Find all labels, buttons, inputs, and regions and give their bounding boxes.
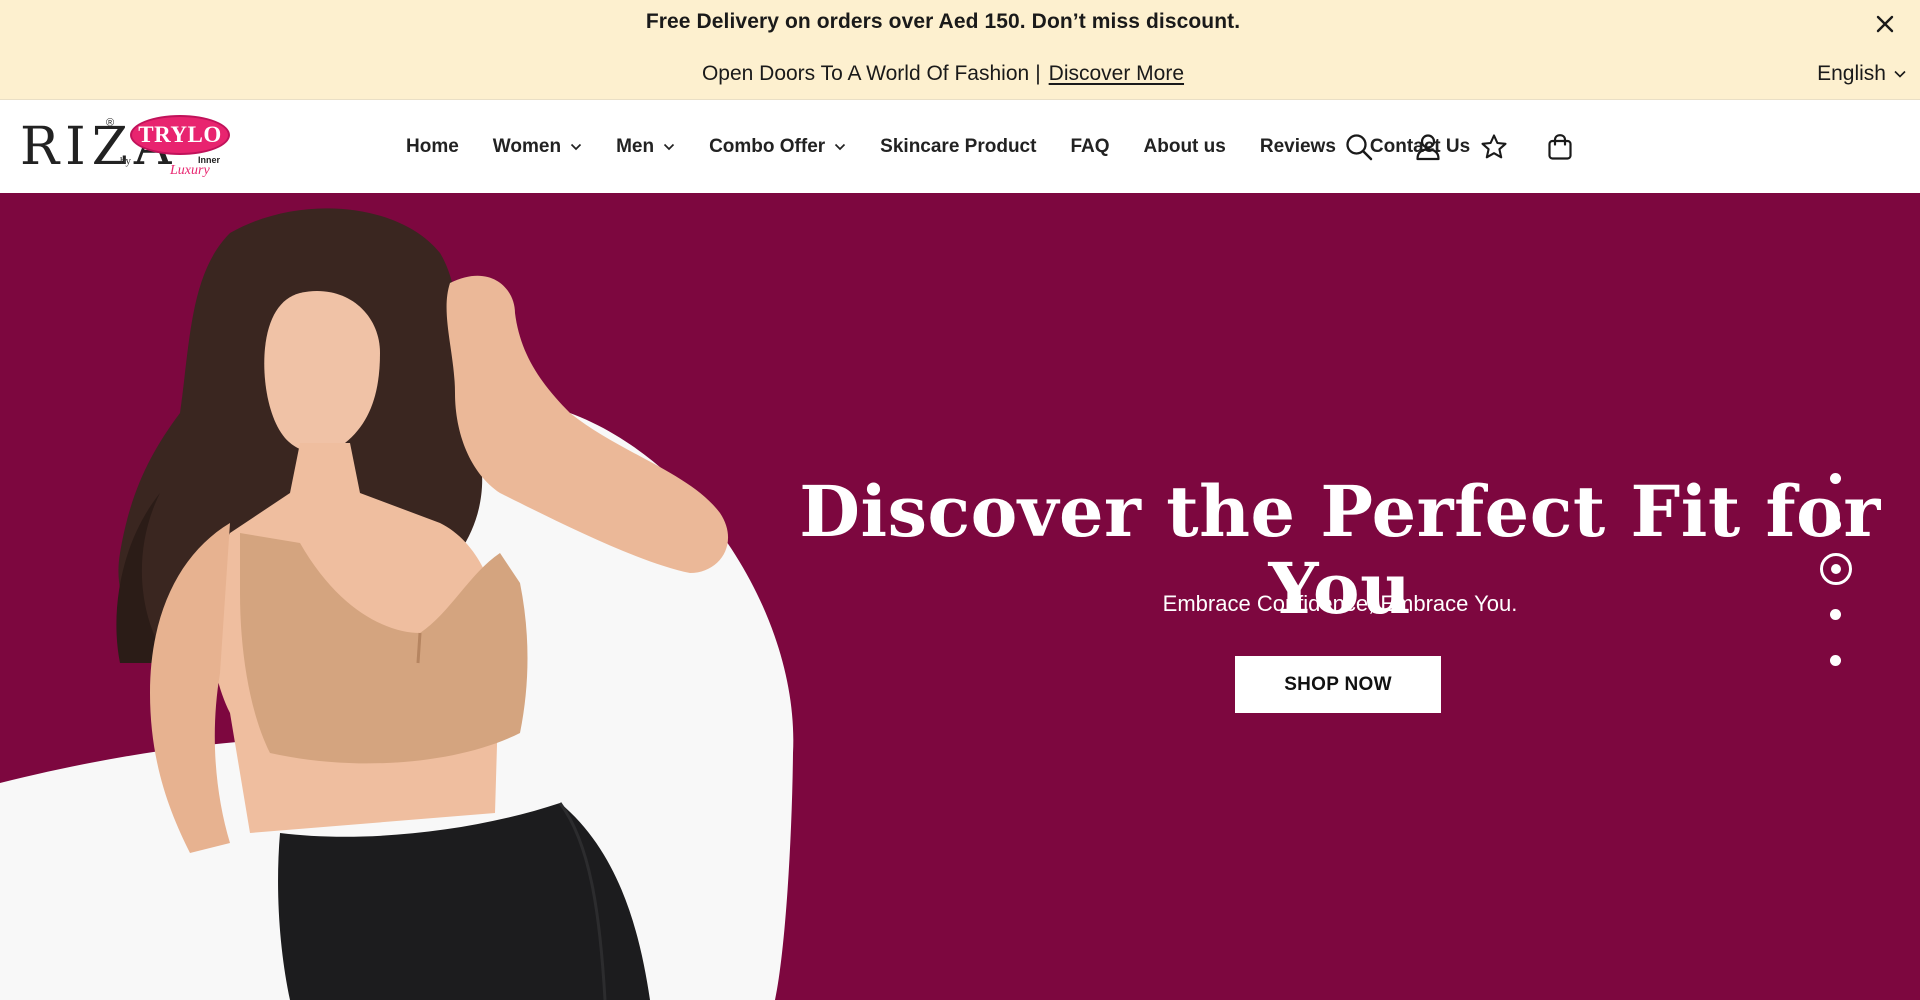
announcement-bar: Free Delivery on orders over Aed 150. Do… [0, 0, 1920, 100]
nav-item-label: Combo Offer [709, 136, 826, 157]
promo-separator: | [1035, 62, 1041, 85]
slide-dot-5[interactable] [1830, 655, 1841, 666]
logo-trylo-text: TRYLO [138, 122, 222, 147]
logo-by-text: by [120, 155, 131, 167]
nav-item-label: Men [616, 136, 655, 157]
nav-item-women[interactable]: Women [493, 136, 582, 158]
nav-item-label: Reviews [1259, 136, 1336, 157]
nav-item-label: About us [1143, 136, 1226, 157]
brand-logo[interactable]: RIZA ® by TRYLO Inner Luxury [20, 115, 232, 178]
slider-pagination [1815, 473, 1855, 713]
nav-item-label: Home [406, 136, 459, 157]
search-icon[interactable] [1344, 132, 1374, 162]
slide-dot-2[interactable] [1830, 519, 1841, 530]
chevron-down-icon [663, 143, 675, 151]
nav-item-combo-offer[interactable]: Combo Offer [709, 136, 846, 158]
promo-text: Open Doors To A World Of Fashion [701, 62, 1030, 85]
promo-message: Open Doors To A World Of Fashion | Discove… [0, 62, 1886, 86]
nav-item-label: FAQ [1070, 136, 1110, 157]
nav-item-men[interactable]: Men [616, 136, 675, 158]
slide-dot-1[interactable] [1830, 473, 1841, 484]
language-label: English [1817, 62, 1886, 85]
nav-item-label: Women [492, 136, 562, 157]
user-icon[interactable] [1413, 132, 1443, 162]
nav-item-skincare-product[interactable]: Skincare Product [880, 136, 1036, 158]
close-icon[interactable] [1872, 11, 1898, 37]
hero-subtitle: Embrace Confidence, Embrace You. [1162, 591, 1518, 616]
slide-dot-3-active[interactable] [1820, 553, 1852, 585]
free-delivery-message: Free Delivery on orders over Aed 150. Do… [645, 10, 1241, 33]
nav-item-faq[interactable]: FAQ [1070, 136, 1109, 158]
chevron-down-icon [835, 143, 846, 151]
nav-item-reviews[interactable]: Reviews [1260, 136, 1336, 158]
cart-bag-icon[interactable] [1545, 132, 1575, 162]
chevron-down-icon [570, 143, 582, 151]
nav-item-home[interactable]: Home [406, 136, 459, 158]
logo-luxury-text: Luxury [170, 163, 210, 178]
discover-more-link[interactable]: Discover More [1049, 62, 1184, 85]
logo-trylo-badge: TRYLO [130, 115, 230, 155]
hero-banner: Discover the Perfect Fit for You Embrace… [0, 193, 1920, 1000]
nav-item-about-us[interactable]: About us [1144, 136, 1226, 158]
hero-model-image [0, 208, 794, 1000]
nav-item-label: Skincare Product [880, 136, 1037, 157]
language-selector[interactable]: English [1817, 62, 1906, 86]
main-navigation: Home Women Men Combo Offer Skincare Prod… [406, 101, 1504, 193]
slide-dot-4[interactable] [1830, 609, 1841, 620]
shop-now-button[interactable]: SHOP NOW [1235, 656, 1441, 713]
wishlist-star-icon[interactable] [1479, 132, 1509, 162]
chevron-down-icon [1894, 70, 1906, 78]
site-header: RIZA ® by TRYLO Inner Luxury Home Women … [0, 101, 1920, 193]
logo-registered-mark: ® [106, 117, 115, 129]
